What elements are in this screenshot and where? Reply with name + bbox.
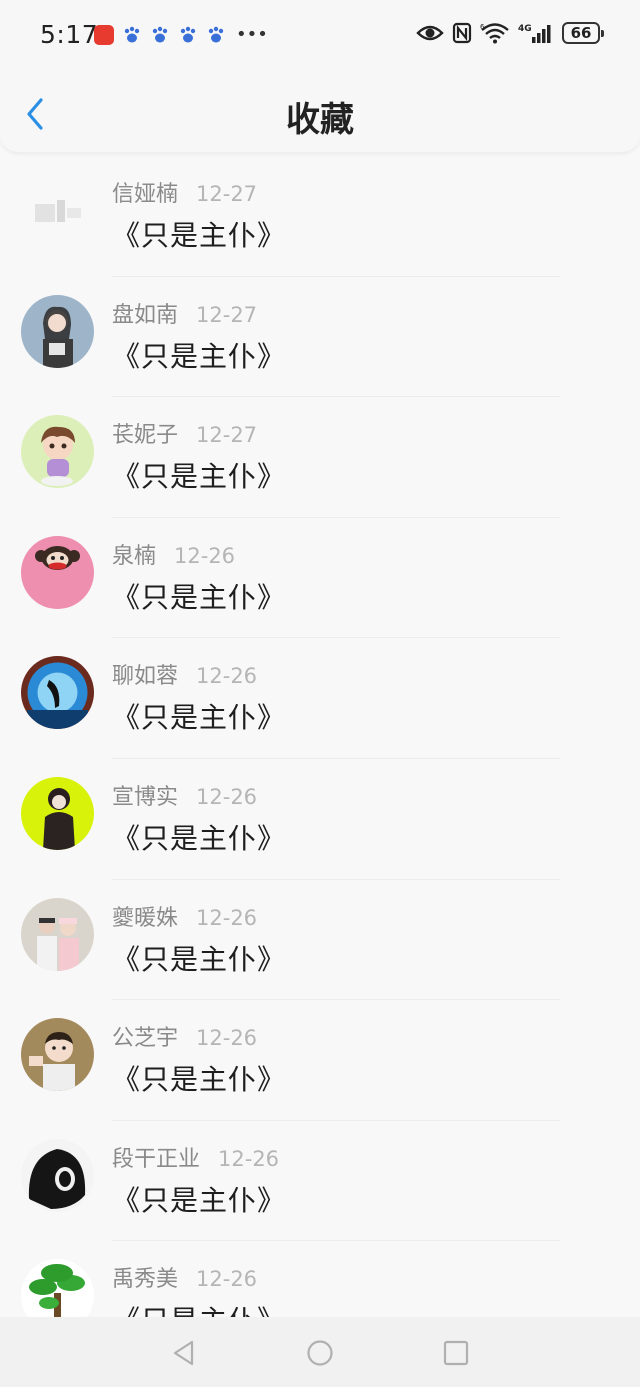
list-item[interactable]: 夔暖姝 12-26 《只是主仆》 xyxy=(0,880,640,1001)
book-title: 《只是主仆》 xyxy=(112,701,287,735)
svg-text:4G: 4G xyxy=(518,24,532,34)
back-nav-button[interactable] xyxy=(170,1339,198,1367)
eye-icon xyxy=(416,25,444,41)
list-item[interactable]: 盘如南 12-27 《只是主仆》 xyxy=(0,277,640,398)
notification-icons: ••• xyxy=(94,25,268,45)
list-item[interactable]: 信娅楠 12-27 《只是主仆》 xyxy=(0,156,640,277)
book-title: 《只是主仆》 xyxy=(112,821,287,855)
list-item[interactable]: 泉楠 12-26 《只是主仆》 xyxy=(0,518,640,639)
favorites-screen: 5:17 ••• 6 4G 66 收藏 信娅楠 12-27 《只是主仆》 盘如南… xyxy=(0,0,640,1387)
system-icons: 6 4G 66 xyxy=(416,22,604,44)
book-title: 《只是主仆》 xyxy=(112,942,287,976)
signal-icon: 4G xyxy=(518,24,551,43)
book-title: 《只是主仆》 xyxy=(112,580,287,614)
paw-icon xyxy=(152,26,168,43)
user-name: 公芝宇 xyxy=(112,1026,179,1052)
svg-text:6: 6 xyxy=(480,23,485,31)
favorites-list: 信娅楠 12-27 《只是主仆》 盘如南 12-27 《只是主仆》 苌妮子 12… xyxy=(0,156,640,1362)
list-item[interactable]: 段干正业 12-26 《只是主仆》 xyxy=(0,1121,640,1242)
hooded-avatar xyxy=(21,1138,94,1212)
nfc-icon xyxy=(452,22,472,44)
book-title: 《只是主仆》 xyxy=(112,460,287,494)
status-bar: 5:17 ••• 6 4G 66 xyxy=(0,0,640,72)
nav-header: 收藏 xyxy=(0,72,640,152)
favorite-date: 12-26 xyxy=(174,543,236,568)
list-item[interactable]: 公芝宇 12-26 《只是主仆》 xyxy=(0,1000,640,1121)
wifi-icon: 6 xyxy=(480,23,509,44)
user-name: 泉楠 xyxy=(112,543,157,569)
favorite-date: 12-26 xyxy=(196,784,258,809)
paw-icon xyxy=(208,26,224,43)
paw-icon xyxy=(124,26,140,43)
user-name: 信娅楠 xyxy=(112,182,179,207)
user-name: 段干正业 xyxy=(112,1146,201,1172)
status-time: 5:17 xyxy=(40,20,99,49)
list-item[interactable]: 苌妮子 12-27 《只是主仆》 xyxy=(0,397,640,518)
cartoon-boy-avatar xyxy=(21,415,94,489)
book-title: 《只是主仆》 xyxy=(112,1063,287,1097)
favorite-date: 12-26 xyxy=(196,664,258,689)
favorite-date: 12-26 xyxy=(196,1026,258,1051)
user-name: 禹秀美 xyxy=(112,1267,179,1293)
monkey-avatar xyxy=(21,535,94,609)
favorite-date: 12-26 xyxy=(218,1146,280,1171)
user-name: 夔暖姝 xyxy=(112,905,179,931)
battery-icon: 66 xyxy=(562,22,604,44)
favorite-date: 12-26 xyxy=(196,1267,258,1292)
user-name: 苌妮子 xyxy=(112,423,179,449)
placeholder-avatar xyxy=(21,174,94,247)
couple-avatar xyxy=(21,897,94,971)
girl-avatar xyxy=(21,294,94,368)
more-notifications-icon: ••• xyxy=(236,24,268,45)
favorite-date: 12-27 xyxy=(196,182,258,206)
favorite-date: 12-27 xyxy=(196,423,258,448)
list-item[interactable]: 聊如蓉 12-26 《只是主仆》 xyxy=(0,638,640,759)
favorite-date: 12-26 xyxy=(196,905,258,930)
user-name: 宣博实 xyxy=(112,784,179,810)
home-nav-button[interactable] xyxy=(306,1339,334,1367)
user-name: 聊如蓉 xyxy=(112,664,179,690)
favorite-date: 12-27 xyxy=(196,302,258,327)
recents-nav-button[interactable] xyxy=(442,1339,470,1367)
book-title: 《只是主仆》 xyxy=(112,339,287,373)
page-title: 收藏 xyxy=(286,100,354,140)
figure-avatar xyxy=(21,776,94,850)
child-avatar xyxy=(21,1018,94,1092)
book-title: 《只是主仆》 xyxy=(112,1183,287,1217)
book-title: 《只是主仆》 xyxy=(112,219,287,252)
list-item[interactable]: 宣博实 12-26 《只是主仆》 xyxy=(0,759,640,880)
shopping-app-icon xyxy=(94,25,114,45)
orca-avatar xyxy=(21,656,94,730)
system-nav-bar xyxy=(0,1317,640,1387)
user-name: 盘如南 xyxy=(112,302,179,328)
paw-icon xyxy=(180,26,196,43)
